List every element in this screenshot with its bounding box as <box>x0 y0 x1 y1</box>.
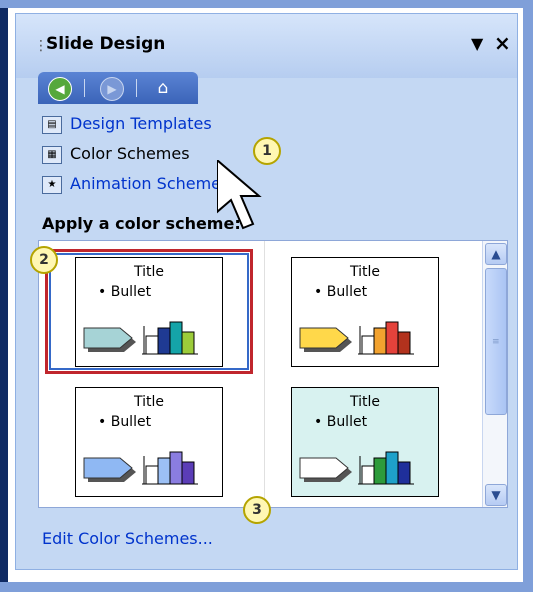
window-frame-right <box>523 0 533 592</box>
forward-arrow-icon[interactable]: ▶ <box>100 77 124 101</box>
thumbnail-bar-1 <box>373 457 387 485</box>
nav-separator <box>84 79 85 97</box>
animation-schemes-icon: ★ <box>42 176 62 194</box>
mouse-pointer-icon <box>217 160 262 230</box>
edit-color-schemes-link[interactable]: Edit Color Schemes... <box>42 529 213 548</box>
thumbnail-bar-2 <box>169 321 183 355</box>
design-templates-icon: ▤ <box>42 116 62 134</box>
slide-design-task-pane: ⋮ Slide Design ▼ × ◀ ▶ ⌂ ▤ Design Templa… <box>15 13 518 570</box>
thumbnail-bar-3 <box>181 331 195 355</box>
thumbnail-bar-3 <box>181 461 195 485</box>
window-frame-top <box>0 0 533 8</box>
thumbnail-bar-outline <box>145 465 159 485</box>
task-pane-header: ⋮ Slide Design ▼ × <box>16 14 517 78</box>
thumbnail-graphic <box>83 451 198 485</box>
thumbnail-bar-outline <box>361 465 375 485</box>
thumbnail-title: Title <box>133 394 164 410</box>
thumbnail-title: Title <box>349 264 380 280</box>
color-scheme-gallery: Title • Bullet Title • Bullet Title • Bu… <box>38 240 508 508</box>
thumbnail-bullet: • Bullet <box>314 284 368 300</box>
color-scheme-thumbnail[interactable]: Title • Bullet <box>291 387 439 497</box>
apply-color-scheme-heading: Apply a color scheme: <box>42 214 241 233</box>
close-button[interactable]: × <box>494 31 511 55</box>
task-pane-nav-bar: ◀ ▶ ⌂ <box>38 72 198 104</box>
gallery-scrollbar[interactable]: ▲ ≡ ▼ <box>482 241 507 507</box>
thumbnail-bar-1 <box>373 327 387 355</box>
window-frame-bottom <box>0 582 533 592</box>
thumbnail-graphic <box>299 321 414 355</box>
thumbnail-bar-1 <box>157 457 171 485</box>
thumbnail-graphic <box>299 451 414 485</box>
color-scheme-thumbnail[interactable]: Title • Bullet <box>291 257 439 367</box>
thumbnail-bar-3 <box>397 461 411 485</box>
thumbnail-bar-2 <box>169 451 183 485</box>
thumbnail-bullet: • Bullet <box>98 284 152 300</box>
task-pane-title: Slide Design <box>46 34 166 54</box>
thumbnail-title: Title <box>349 394 380 410</box>
color-schemes-icon: ▦ <box>42 146 62 164</box>
color-scheme-thumbnail[interactable]: Title • Bullet <box>75 257 223 367</box>
thumbnail-bullet: • Bullet <box>98 414 152 430</box>
scrollbar-grip-icon: ≡ <box>492 337 500 347</box>
task-pane-menu-button[interactable]: ▼ <box>471 34 483 53</box>
scroll-down-arrow-icon[interactable]: ▼ <box>485 484 507 506</box>
scrollbar-thumb[interactable]: ≡ <box>485 268 507 415</box>
thumbnail-bar-outline <box>145 335 159 355</box>
thumbnail-bullet: • Bullet <box>314 414 368 430</box>
scroll-up-arrow-icon[interactable]: ▲ <box>485 243 507 265</box>
home-icon[interactable]: ⌂ <box>152 77 174 99</box>
color-schemes-label[interactable]: Color Schemes <box>70 144 190 163</box>
design-templates-label[interactable]: Design Templates <box>70 114 212 133</box>
thumbnail-bar-2 <box>385 451 399 485</box>
back-arrow-icon[interactable]: ◀ <box>48 77 72 101</box>
thumbnail-title: Title <box>133 264 164 280</box>
color-scheme-thumbnail[interactable]: Title • Bullet <box>75 387 223 497</box>
thumbnail-bar-outline <box>361 335 375 355</box>
thumbnail-bar-1 <box>157 327 171 355</box>
thumbnail-graphic <box>83 321 198 355</box>
window-frame-left <box>0 0 8 592</box>
thumbnail-bar-2 <box>385 321 399 355</box>
thumbnail-bar-3 <box>397 331 411 355</box>
animation-schemes-label[interactable]: Animation Schemes <box>70 174 229 193</box>
callout-marker: 2 <box>30 246 58 274</box>
gallery-column-divider <box>264 241 265 507</box>
nav-separator <box>136 79 137 97</box>
callout-marker: 3 <box>243 496 271 524</box>
